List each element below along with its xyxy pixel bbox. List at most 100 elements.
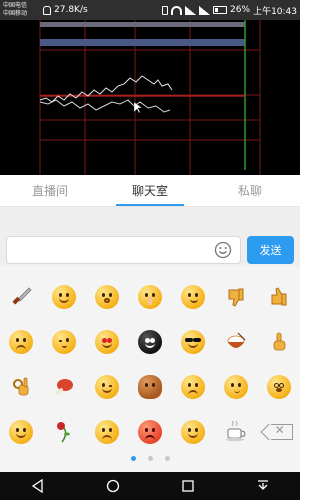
chat-input[interactable] — [6, 236, 241, 264]
sunglasses-face-icon — [180, 329, 205, 354]
nav-recents-button[interactable] — [168, 474, 208, 498]
vibrate-icon — [162, 5, 169, 15]
tab-label: 直播间 — [31, 184, 68, 198]
hug-face-icon — [9, 419, 34, 444]
tab-private-chat[interactable]: 私聊 — [200, 175, 300, 206]
home-circle-icon — [106, 479, 119, 493]
emoji-angry[interactable] — [86, 409, 129, 454]
chat-input-row: 发送 — [0, 232, 300, 266]
back-triangle-icon — [31, 479, 43, 493]
send-button[interactable]: 发送 — [247, 236, 294, 264]
nav-notification-button[interactable] — [243, 474, 283, 498]
sweat-face-icon — [180, 374, 205, 399]
screen: 中国电信 中国移动 27.8K/s 26% 上午10:43 直播间 聊天室 私聊… — [0, 0, 300, 500]
emoji-wilted-rose[interactable] — [43, 409, 86, 454]
page-dot-2[interactable] — [147, 456, 153, 461]
carrier-labels: 中国电信 中国移动 — [3, 2, 39, 18]
carrier-2: 中国移动 — [3, 10, 28, 17]
clock: 上午10:43 — [253, 6, 297, 17]
emoji-rice-bowl[interactable] — [214, 319, 257, 364]
emoji-thumbs-down[interactable] — [214, 274, 257, 319]
notification-icon — [43, 5, 51, 15]
dizzy-face-icon — [266, 374, 291, 399]
emoji-hug[interactable] — [0, 409, 43, 454]
signal-icon — [185, 5, 197, 15]
recents-square-icon — [181, 480, 194, 492]
surprised-face-icon — [95, 284, 120, 309]
emoji-point-up[interactable] — [257, 319, 300, 364]
emoji-drumstick[interactable] — [43, 364, 86, 409]
signal-2-icon — [199, 5, 211, 15]
knife-icon — [12, 286, 32, 305]
page-dot-3[interactable] — [164, 456, 170, 461]
emoji-thumbs-up[interactable] — [257, 274, 300, 319]
net-speed: 27.8K/s — [54, 5, 88, 15]
emoji-black-monster[interactable] — [129, 319, 172, 364]
emoji-coffee[interactable] — [214, 409, 257, 454]
tab-chat-room[interactable]: 聊天室 — [100, 175, 200, 206]
smirk-face-icon — [180, 284, 205, 309]
emoji-thinking[interactable] — [214, 364, 257, 409]
tab-label: 聊天室 — [131, 184, 168, 198]
battery-icon — [213, 6, 228, 14]
cry-face-icon — [9, 329, 34, 354]
angry-face-icon — [95, 419, 120, 444]
emoji-knife[interactable] — [0, 274, 43, 319]
emoji-smirk[interactable] — [171, 274, 214, 319]
red-face-icon — [137, 419, 162, 444]
tab-bar: 直播间 聊天室 私聊 — [0, 175, 300, 207]
top-bar-1 — [40, 22, 245, 27]
status-icons-right: 26% 上午10:43 — [162, 4, 297, 17]
status-bar: 中国电信 中国移动 27.8K/s 26% 上午10:43 — [0, 0, 300, 20]
top-bar-2 — [40, 39, 245, 46]
wink-kiss-face-icon — [52, 329, 77, 354]
nav-home-button[interactable] — [93, 474, 133, 498]
live-chart-area[interactable] — [0, 20, 300, 175]
pull-down-icon — [257, 480, 268, 490]
emoji-ok-hand[interactable] — [0, 364, 43, 409]
chart-canvas — [39, 20, 261, 175]
emoji-page-indicator — [0, 456, 300, 461]
price-trace-lower — [39, 99, 171, 113]
wilted-rose-icon — [57, 421, 71, 442]
tab-label: 私聊 — [237, 184, 262, 198]
emoji-red-face[interactable] — [129, 409, 172, 454]
page-dot-1[interactable] — [130, 456, 136, 461]
battery-percent: 26% — [230, 5, 251, 15]
emoji-sunglasses[interactable] — [171, 319, 214, 364]
rice-bowl-icon — [227, 332, 246, 348]
thinking-face-icon — [223, 374, 248, 399]
emoji-poop[interactable] — [129, 364, 172, 409]
grin-face-icon — [52, 284, 77, 309]
system-nav-bar — [0, 472, 300, 500]
nav-back-button[interactable] — [18, 474, 58, 498]
emoji-sweat[interactable] — [171, 364, 214, 409]
price-trace-upper — [39, 75, 173, 103]
emoji-wink-kiss[interactable] — [43, 319, 86, 364]
tab-live-room[interactable]: 直播间 — [0, 175, 100, 206]
emoji-wink[interactable] — [86, 364, 129, 409]
emoji-smile[interactable] — [171, 409, 214, 454]
drumstick-icon — [55, 378, 74, 395]
smile-face-icon — [180, 419, 205, 444]
emoji-grid: ✕ — [0, 274, 300, 454]
emoji-panel: ✕ — [0, 266, 300, 472]
message-area — [0, 207, 300, 232]
shh-face-icon — [137, 284, 162, 309]
thumbs-up-icon — [271, 286, 287, 305]
emoji-surprised[interactable] — [86, 274, 129, 319]
emoji-cry[interactable] — [0, 319, 43, 364]
black-monster-icon — [137, 329, 162, 354]
emoji-heart-eyes[interactable] — [86, 319, 129, 364]
thumbs-down-icon — [228, 288, 244, 307]
emoji-toggle-icon[interactable] — [214, 241, 232, 259]
emoji-dizzy[interactable] — [257, 364, 300, 409]
carrier-1: 中国电信 — [3, 2, 28, 9]
delete-key-icon: ✕ — [270, 423, 293, 440]
ok-hand-icon — [13, 377, 29, 395]
emoji-shh[interactable] — [129, 274, 172, 319]
wifi-icon — [171, 5, 183, 15]
delete-button[interactable]: ✕ — [257, 409, 300, 454]
emoji-grin[interactable] — [43, 274, 86, 319]
poop-icon — [137, 374, 162, 399]
